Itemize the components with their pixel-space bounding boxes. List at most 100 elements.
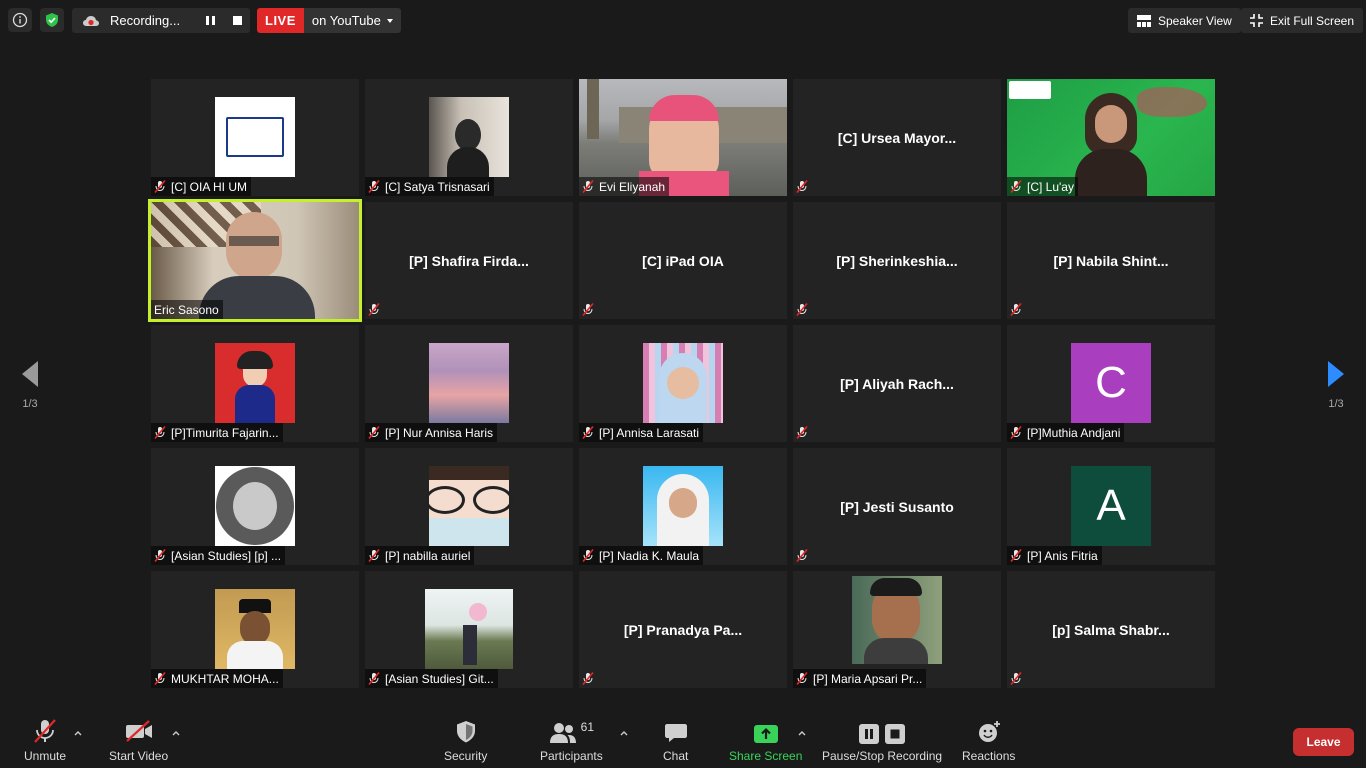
participant-tile[interactable]: [C] OIA HI UM [151,79,359,196]
participant-tile[interactable]: [P] Nur Annisa Haris [365,325,573,442]
participant-video [429,343,509,423]
participant-tile[interactable]: [C] Satya Trisnasari [365,79,573,196]
live-target-label: on YouTube [311,13,381,28]
participant-name: [P]Timurita Fajarin... [171,425,279,440]
meeting-info-button[interactable] [8,8,32,32]
participant-tile[interactable]: A [P] Anis Fitria [1007,448,1215,565]
participant-avatar: C [1071,343,1151,423]
participant-name: [P] Annisa Larasati [599,425,700,440]
participant-tile-active-speaker[interactable]: Eric Sasono [148,199,362,322]
audio-options-chevron-up-icon[interactable] [73,728,83,738]
participant-avatar: A [1071,466,1151,546]
participant-name-label [793,423,812,442]
exit-full-screen-button[interactable]: Exit Full Screen [1241,8,1364,33]
microphone-muted-icon [154,549,166,562]
chat-label: Chat [663,749,689,763]
reactions-label: Reactions [962,749,1016,763]
microphone-muted-icon [796,672,808,685]
participant-tile[interactable]: [P] Nabila Shint... [1007,202,1215,319]
participant-name-label: [C] OIA HI UM [151,177,252,196]
microphone-muted-icon [368,549,380,562]
participant-name-label: [C] Lu'ay [1007,177,1078,196]
participant-name: [C] OIA HI UM [171,179,248,194]
security-button[interactable]: Security [444,718,487,763]
participant-name-label: [P] Nadia K. Maula [579,546,704,565]
participants-chevron-up-icon[interactable] [619,728,629,738]
next-page-nav[interactable]: 1/3 [1308,340,1364,430]
participant-name: [P] Nur Annisa Haris [385,425,494,440]
participant-tile[interactable]: [Asian Studies] Git... [365,571,573,688]
participant-tile[interactable]: C [P]Muthia Andjani [1007,325,1215,442]
microphone-muted-icon [796,549,808,562]
pause-recording-icon[interactable] [206,16,215,25]
info-icon [12,12,28,28]
participant-video [643,343,723,423]
participant-name: [C] Satya Trisnasari [385,179,490,194]
arrow-left-icon[interactable] [21,360,39,388]
encryption-shield-button[interactable] [40,8,64,32]
unmute-button[interactable]: Unmute [24,718,66,763]
participant-tile[interactable]: [P] Annisa Larasati [579,325,787,442]
speaker-view-label: Speaker View [1158,13,1232,28]
share-options-chevron-up-icon[interactable] [797,728,807,738]
participant-tile[interactable]: [P] Jesti Susanto [793,448,1001,565]
participants-icon [549,723,576,743]
microphone-muted-icon [368,426,380,439]
stop-recording-icon[interactable] [233,16,242,25]
participant-tile[interactable]: [P] Sherinkeshia... [793,202,1001,319]
unmute-label: Unmute [24,749,67,763]
microphone-muted-icon [154,672,166,685]
video-options-chevron-up-icon[interactable] [171,728,181,738]
participant-name-label: Eric Sasono [151,300,223,319]
cloud-recording-icon [83,15,99,26]
share-screen-button[interactable]: Share Screen [729,718,802,763]
live-target-dropdown[interactable]: on YouTube [303,8,401,33]
participants-button[interactable]: 61 Participants [540,718,603,763]
participant-tile[interactable]: [P]Timurita Fajarin... [151,325,359,442]
participant-video [429,97,509,177]
meeting-toolbar: Unmute Start Video Security 61 Participa… [0,706,1366,768]
gallery-grid: [C] OIA HI UM [C] Satya Trisnasari Evi Eli… [148,79,1215,688]
participant-tile[interactable]: [P] Nadia K. Maula [579,448,787,565]
participant-name: [P] nabilla auriel [385,548,471,563]
participant-name-label [1007,669,1026,688]
live-stream-indicator[interactable]: LIVE on YouTube [257,8,401,33]
participant-tile[interactable]: [C] iPad OIA [579,202,787,319]
participant-tile[interactable]: [P] Maria Apsari Pr... [793,571,1001,688]
start-video-button[interactable]: Start Video [109,718,168,763]
participant-name: [C] Lu'ay [1027,179,1074,194]
participant-name-label: [P] Maria Apsari Pr... [793,669,927,688]
pause-stop-recording-button[interactable]: Pause/Stop Recording [822,718,942,763]
participant-video [215,466,295,546]
participant-tile[interactable]: [P] nabilla auriel [365,448,573,565]
participant-name-label [579,669,598,688]
speaker-view-button[interactable]: Speaker View [1128,8,1241,33]
microphone-muted-icon [796,180,808,193]
participant-name: [Asian Studies] Git... [385,671,494,686]
participant-tile[interactable]: [p] Salma Shabr... [1007,571,1215,688]
previous-page-nav[interactable]: 1/3 [2,340,58,430]
participant-tile[interactable]: [P] Shafira Firda... [365,202,573,319]
emoji-reaction-icon [978,721,1000,742]
participant-name-label: [C] Satya Trisnasari [365,177,494,196]
participant-tile[interactable]: [P] Aliyah Rach... [793,325,1001,442]
participant-tile[interactable]: MUKHTAR MOHA... [151,571,359,688]
stop-icon [885,724,906,744]
participant-tile[interactable]: [Asian Studies] [p] ... [151,448,359,565]
participant-tile[interactable]: [P] Pranadya Pa... [579,571,787,688]
participant-display-name: [p] Salma Shabr... [1052,621,1170,638]
chat-button[interactable]: Chat [663,718,688,763]
participant-name: [P] Nadia K. Maula [599,548,700,563]
participant-name-label: [P] Anis Fitria [1007,546,1102,565]
shield-icon [456,721,475,743]
start-video-label: Start Video [109,749,169,763]
arrow-right-icon[interactable] [1327,360,1345,388]
chevron-down-icon [386,18,393,23]
reactions-button[interactable]: Reactions [962,718,1015,763]
live-badge: LIVE [257,8,304,33]
participant-tile[interactable]: [C] Ursea Mayor... [793,79,1001,196]
leave-button[interactable]: Leave [1293,728,1354,756]
participant-tile[interactable]: Evi Eliyanah [579,79,787,196]
participant-display-name: [P] Sherinkeshia... [836,252,958,269]
participant-tile[interactable]: [C] Lu'ay [1007,79,1215,196]
